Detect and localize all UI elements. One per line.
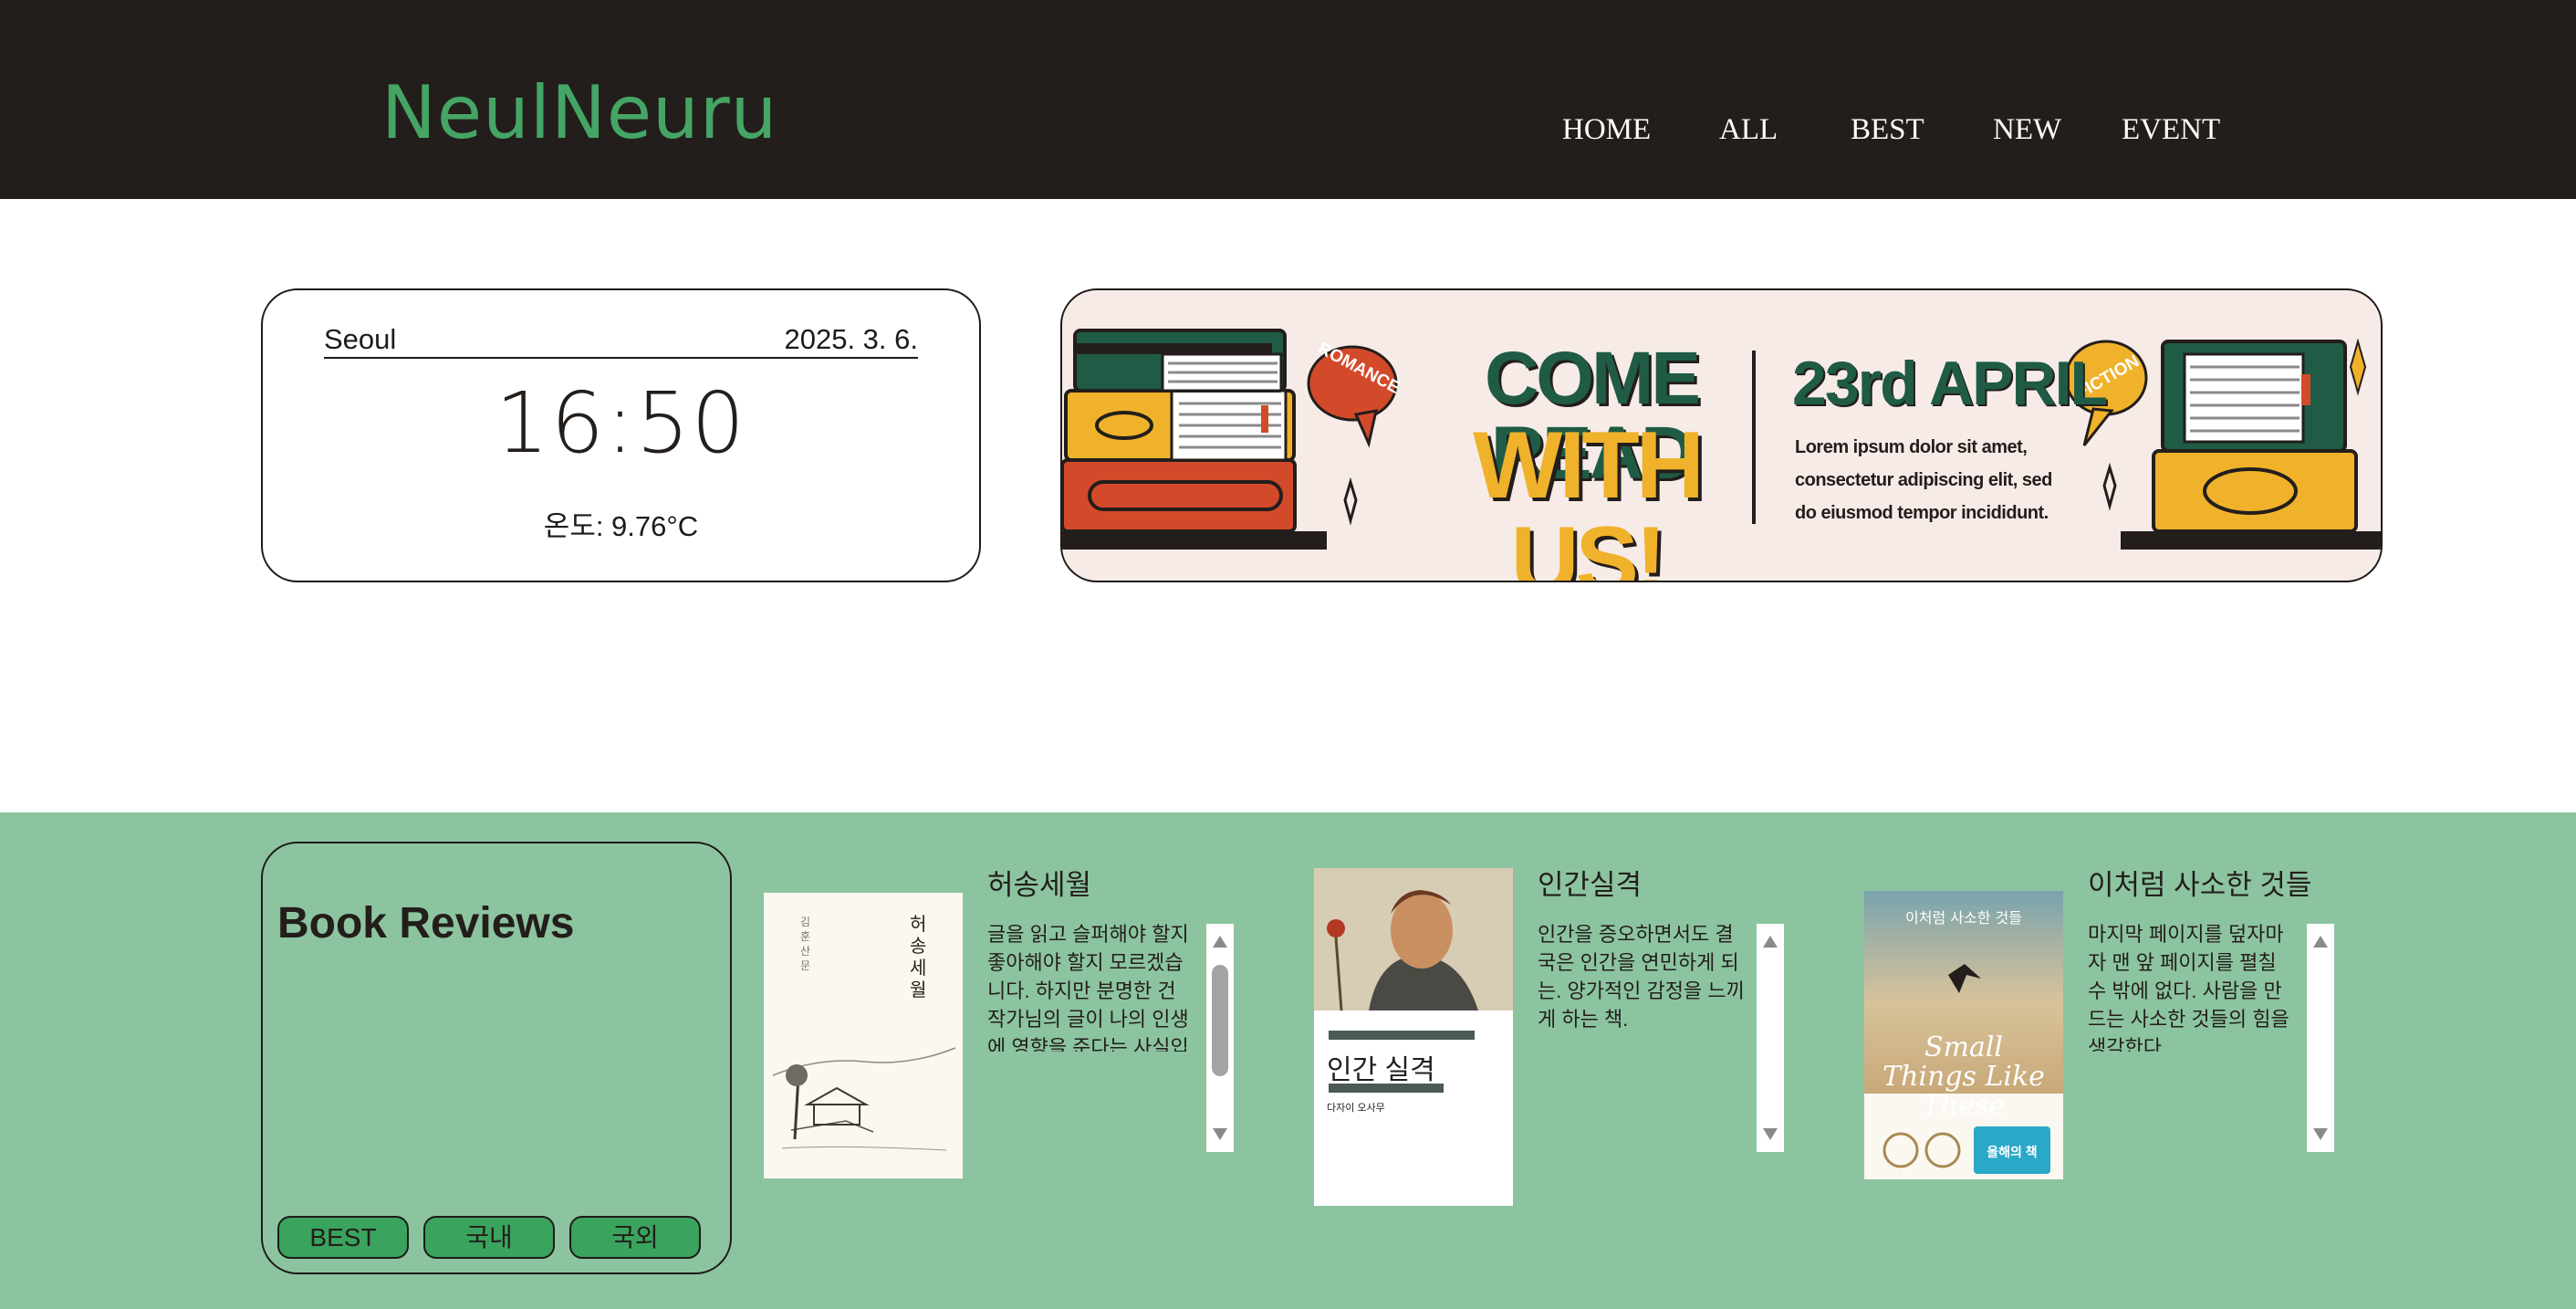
city-label: Seoul <box>324 323 397 355</box>
book-title-1[interactable]: 허송세월 <box>987 871 1091 899</box>
scroll-down-icon[interactable] <box>1763 1128 1778 1140</box>
divider <box>324 357 918 359</box>
scroll-up-icon[interactable] <box>2313 936 2328 948</box>
nav-new[interactable]: NEW <box>1993 115 2061 145</box>
scroll-up-icon[interactable] <box>1763 936 1778 948</box>
nav-best[interactable]: BEST <box>1851 115 1924 145</box>
cover-title: 허송세월 <box>910 913 927 1000</box>
portrait-painting <box>1314 868 1513 1093</box>
weather-clock-card: Seoul 2025. 3. 6. 16:50 온도: 9.76°C <box>261 288 981 582</box>
cover-author: 다자이 오사무 <box>1327 1103 1385 1114</box>
book-cover-1[interactable]: 허송세월 김훈 산문 <box>764 893 963 1178</box>
scroll-thumb[interactable] <box>1212 965 1228 1076</box>
cover-badge: 올해의 책 <box>1987 1145 2038 1159</box>
cover-title: 인간 실격 <box>1327 1055 1435 1085</box>
nav-home[interactable]: HOME <box>1562 115 1651 145</box>
book-cover-2[interactable]: 인간 실격 다자이 오사무 <box>1314 868 1513 1206</box>
banner-headline-2: WITH US! <box>1473 413 1705 582</box>
book-reviews-section: Book Reviews BEST 국내 국외 허송세월 김훈 산문 허송세월 … <box>0 812 2576 1309</box>
filter-domestic-button[interactable]: 국내 <box>423 1216 555 1259</box>
site-header: NeulNeuru HOME ALL BEST NEW EVENT <box>0 0 2576 199</box>
book-title-3[interactable]: 이처럼 사소한 것들 <box>2088 871 2311 899</box>
filter-foreign-button[interactable]: 국외 <box>569 1216 701 1259</box>
banner-divider <box>1752 351 1756 524</box>
nav-event[interactable]: EVENT <box>2122 115 2220 145</box>
site-logo[interactable]: NeulNeuru <box>381 77 777 150</box>
banner-event-date: 23rd APRIL <box>1792 349 2108 418</box>
book-title-2[interactable]: 인간실격 <box>1538 871 1642 899</box>
banner-description: Lorem ipsum dolor sit amet, consectetur … <box>1795 437 2052 523</box>
cover-author: 김훈 산문 <box>800 916 811 972</box>
date-label: 2025. 3. 6. <box>784 323 918 355</box>
book-review-text-2: 인간을 증오하면서도 결국은 인간을 연민하게 되는. 양가적인 감정을 느끼게… <box>1538 923 1745 1031</box>
cover-title: 이처럼 사소한 것들 <box>1905 909 2022 927</box>
scroll-up-icon[interactable] <box>1213 936 1227 948</box>
scroll-down-icon[interactable] <box>1213 1128 1227 1140</box>
temperature-label: 온도: 9.76°C <box>543 510 699 542</box>
cover-english-title: Small Things Like These <box>1882 1031 2045 1122</box>
review-scrollbar-3[interactable] <box>2307 924 2334 1152</box>
review-scrollbar-1[interactable] <box>1206 924 1234 1152</box>
scroll-down-icon[interactable] <box>2313 1128 2328 1140</box>
book-review-text-3: 마지막 페이지를 덮자마자 맨 앞 페이지를 펼칠 수 밖에 없다. 사람을 만… <box>2088 923 2289 1052</box>
clock-time: 16:50 <box>495 374 747 472</box>
review-scrollbar-2[interactable] <box>1757 924 1784 1152</box>
event-banner[interactable]: ROMANCE FICTION COME READ WITH US! 23rd … <box>1060 288 2383 582</box>
nav-all[interactable]: ALL <box>1719 115 1778 145</box>
reviews-sidebar: Book Reviews BEST 국내 국외 <box>261 842 732 1274</box>
book-cover-3[interactable]: 이처럼 사소한 것들 Small Things Like These 올해의 책 <box>1864 891 2063 1179</box>
filter-best-button[interactable]: BEST <box>277 1216 409 1259</box>
book-review-text-1: 글을 읽고 슬퍼해야 할지 좋아해야 할지 모르겠습니다. 하지만 분명한 건 … <box>987 923 1189 1052</box>
reviews-heading: Book Reviews <box>277 899 575 948</box>
